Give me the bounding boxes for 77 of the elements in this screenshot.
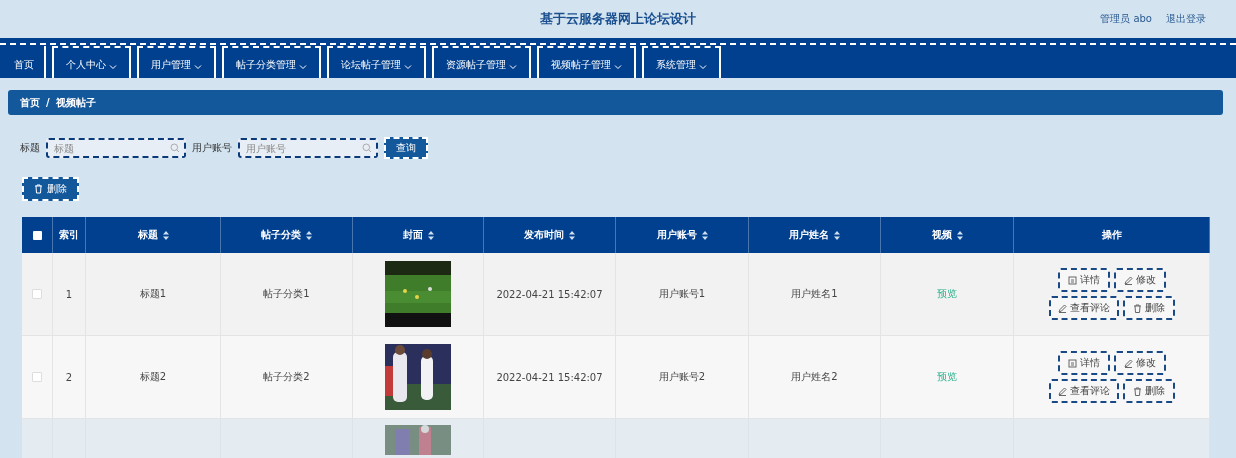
table-cell: 2: [65, 371, 73, 383]
action-button[interactable]: 修改: [1113, 351, 1166, 375]
query-button[interactable]: 查询: [384, 137, 428, 159]
nav-item[interactable]: 视频帖子管理: [537, 46, 636, 78]
search-icon: [362, 143, 372, 153]
table-cell: 2022-04-21 15:42:07: [496, 288, 603, 300]
chevron-down-icon[interactable]: [194, 64, 202, 70]
nav-item[interactable]: 个人中心: [52, 46, 131, 78]
nav-item[interactable]: 用户管理: [137, 46, 216, 78]
admin-name: 管理员 abo: [1100, 12, 1152, 26]
sort-icon[interactable]: [427, 230, 434, 240]
nav-item[interactable]: 首页: [4, 46, 46, 78]
chevron-down-icon[interactable]: [404, 64, 412, 70]
column-header[interactable]: 发布时间: [524, 228, 564, 242]
breadcrumb-separator: /: [46, 97, 50, 108]
table-cell: 用户账号1: [658, 287, 706, 301]
table-cell: 标题1: [139, 287, 167, 301]
breadcrumb-item[interactable]: 视频帖子: [55, 95, 96, 110]
trash-icon: [1132, 303, 1142, 313]
delete-button[interactable]: 删除: [22, 177, 79, 201]
trash-icon: [1132, 386, 1142, 396]
action-button[interactable]: 查看评论: [1048, 296, 1119, 320]
action-button[interactable]: 删除: [1122, 379, 1175, 403]
select-all-checkbox[interactable]: [32, 230, 42, 240]
column-header[interactable]: 操作: [1101, 228, 1122, 242]
pen-icon: [1123, 275, 1133, 285]
nav-item[interactable]: 系统管理: [642, 46, 721, 78]
pen-icon: [1123, 358, 1133, 368]
chevron-down-icon[interactable]: [699, 64, 707, 70]
trash-icon: [34, 184, 43, 194]
search-icon: [170, 143, 180, 153]
sort-icon[interactable]: [569, 230, 575, 240]
document-icon: [1067, 358, 1077, 368]
column-header[interactable]: 视频: [931, 228, 952, 242]
nav-item[interactable]: 资源帖子管理: [432, 46, 531, 78]
table-cell: 用户账号2: [658, 370, 706, 384]
field-label: 用户账号: [192, 141, 232, 155]
site-title: 基于云服务器网上论坛设计: [540, 10, 696, 28]
action-button[interactable]: 详情: [1057, 351, 1110, 375]
nav-item[interactable]: 帖子分类管理: [222, 46, 321, 78]
column-header[interactable]: 帖子分类: [261, 228, 301, 242]
table-cell: 用户姓名1: [791, 287, 838, 301]
chevron-down-icon[interactable]: [509, 64, 517, 70]
action-button[interactable]: 删除: [1122, 296, 1175, 320]
logout-link[interactable]: 退出登录: [1166, 12, 1206, 26]
sort-icon[interactable]: [306, 230, 312, 240]
table-cell: 帖子分类1: [263, 287, 310, 301]
action-button[interactable]: 查看评论: [1048, 379, 1119, 403]
nav-item[interactable]: 论坛帖子管理: [327, 46, 426, 78]
search-field[interactable]: 标题: [46, 138, 186, 158]
pen-icon: [1057, 303, 1067, 313]
chevron-down-icon[interactable]: [614, 64, 622, 70]
field-label: 标题: [20, 141, 40, 155]
column-header[interactable]: 用户账号: [656, 228, 697, 242]
column-header[interactable]: 用户姓名: [789, 228, 829, 242]
sort-icon[interactable]: [701, 230, 708, 240]
pen-icon: [1057, 386, 1067, 396]
column-header[interactable]: 封面: [402, 228, 423, 242]
row-checkbox[interactable]: [32, 372, 42, 382]
action-button[interactable]: 修改: [1113, 268, 1166, 292]
table-cell: 用户姓名2: [791, 370, 838, 384]
document-icon: [1067, 275, 1077, 285]
sort-icon[interactable]: [162, 230, 169, 240]
table-cell: 标题2: [139, 370, 167, 384]
row-checkbox[interactable]: [32, 289, 42, 299]
chevron-down-icon[interactable]: [109, 64, 117, 70]
chevron-down-icon[interactable]: [299, 64, 307, 70]
table-cell: 帖子分类2: [263, 370, 310, 384]
sort-icon[interactable]: [834, 230, 840, 240]
table-cell: 2022-04-21 15:42:07: [496, 371, 603, 383]
column-header[interactable]: 标题: [137, 228, 158, 242]
table-cell: 1: [65, 288, 73, 300]
breadcrumb-item[interactable]: 首页: [20, 95, 40, 110]
sort-icon[interactable]: [956, 230, 963, 240]
column-header[interactable]: 索引: [59, 228, 79, 242]
action-button[interactable]: 详情: [1057, 268, 1110, 292]
search-field[interactable]: 用户账号: [238, 138, 378, 158]
